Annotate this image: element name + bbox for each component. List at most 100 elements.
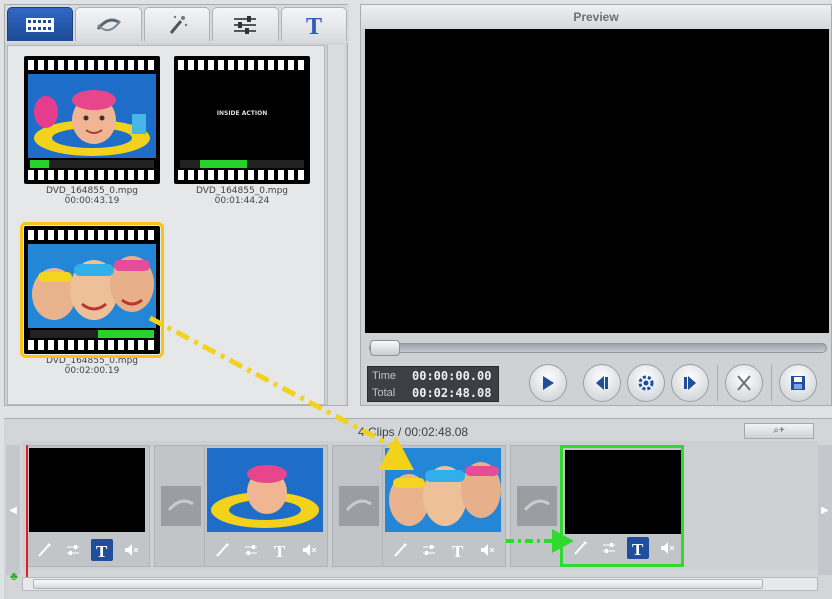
- divider: [717, 365, 718, 401]
- clip-thumbnail[interactable]: INSIDE ACTION: [174, 56, 310, 184]
- mute-speaker-icon: [480, 544, 494, 556]
- timeline-clip-1[interactable]: T: [26, 445, 150, 567]
- text-tool[interactable]: T: [90, 539, 113, 561]
- current-time: 00:00:00.00: [412, 368, 492, 383]
- timeline-scrollbar[interactable]: [22, 577, 818, 591]
- sliders-icon: [234, 15, 257, 34]
- tab-media[interactable]: [7, 7, 74, 41]
- settings-button[interactable]: [627, 364, 665, 402]
- divider: [771, 365, 772, 401]
- save-disk-icon: [791, 376, 805, 390]
- magic-wand-icon: [393, 543, 406, 557]
- effects-tool[interactable]: [33, 539, 55, 561]
- library-clip-3[interactable]: DVD_164855_0.mpg 00:02:00.19: [20, 222, 164, 376]
- seek-handle[interactable]: [370, 340, 400, 356]
- transition-slot-2[interactable]: [332, 445, 386, 567]
- clip-filename: DVD_164855_0.mpg: [46, 356, 138, 366]
- mute-tool[interactable]: [476, 539, 498, 561]
- sliders-icon: [244, 545, 257, 555]
- clip-progress-fill: [200, 160, 248, 168]
- play-button[interactable]: [529, 364, 567, 402]
- timeline-clip-thumbnail: [207, 448, 323, 532]
- media-library-panel: T DVD_164855_0.mpg 00:00:43.19 INSIDE AC…: [4, 4, 349, 406]
- svg-text:T: T: [274, 542, 286, 558]
- library-clip-1[interactable]: DVD_164855_0.mpg 00:00:43.19: [24, 56, 160, 206]
- preview-panel: Preview Time 00:00:00.00 Total 00:02:48.08: [360, 4, 832, 406]
- tab-adjust[interactable]: [212, 7, 279, 41]
- adjust-tool[interactable]: [418, 539, 440, 561]
- tab-transitions[interactable]: [75, 7, 142, 41]
- svg-text:T: T: [452, 542, 464, 558]
- text-t-icon: T: [452, 542, 464, 558]
- clip-thumbnail[interactable]: [24, 56, 160, 184]
- mute-tool[interactable]: [298, 539, 320, 561]
- transition-slot-3[interactable]: [510, 445, 564, 567]
- media-scrollbar[interactable]: [327, 45, 345, 405]
- kids-goggles-thumbnail: [385, 448, 501, 532]
- timeline-scroll-right[interactable]: ▶: [818, 445, 832, 575]
- effects-tool[interactable]: [389, 539, 411, 561]
- scissors-icon: [737, 375, 751, 391]
- text-tool[interactable]: T: [626, 537, 649, 559]
- magic-wand-icon: [37, 543, 50, 557]
- kids-goggles-thumbnail: [28, 244, 156, 328]
- media-grid: DVD_164855_0.mpg 00:00:43.19 INSIDE ACTI…: [7, 45, 325, 405]
- timeline-clip-3[interactable]: T: [382, 445, 506, 567]
- magic-wand-icon: [215, 543, 228, 557]
- preview-screen: [365, 29, 829, 333]
- clip-filename: DVD_164855_0.mpg: [196, 186, 288, 196]
- time-label: Time: [372, 369, 397, 382]
- text-tool[interactable]: T: [269, 539, 291, 561]
- step-back-icon: [596, 376, 608, 390]
- zoom-in-button[interactable]: ⌕+: [744, 423, 814, 439]
- timeline-clip-thumbnail: [29, 448, 145, 532]
- adjust-tool[interactable]: [62, 539, 84, 561]
- sliders-icon: [422, 545, 435, 555]
- previous-frame-button[interactable]: [583, 364, 621, 402]
- adjust-tool[interactable]: [240, 539, 262, 561]
- play-icon: [543, 376, 554, 390]
- timeline-clip-4-selected[interactable]: T: [560, 445, 684, 567]
- cut-button[interactable]: [725, 364, 763, 402]
- gear-icon: [638, 375, 654, 391]
- tab-effects[interactable]: [143, 7, 211, 41]
- text-t-icon: T: [632, 540, 644, 556]
- mute-speaker-icon: [302, 544, 316, 556]
- tab-text[interactable]: T: [280, 7, 348, 41]
- timeline-clip-thumbnail: [385, 448, 501, 532]
- preview-title: Preview: [361, 5, 831, 29]
- magic-wand-icon: [573, 541, 586, 555]
- transition-slot-1[interactable]: [154, 445, 208, 567]
- save-snapshot-button[interactable]: [779, 364, 817, 402]
- seek-bar[interactable]: [369, 340, 827, 356]
- sliders-icon: [66, 545, 79, 555]
- clip-duration: 00:00:43.19: [64, 196, 120, 206]
- timeline-scroll-left[interactable]: ◀: [6, 445, 20, 575]
- black-clip-caption: INSIDE ACTION: [216, 110, 268, 117]
- adjust-tool[interactable]: [598, 537, 620, 559]
- mute-speaker-icon: [660, 542, 674, 554]
- effects-tool[interactable]: [569, 537, 591, 559]
- clip-filename: DVD_164855_0.mpg: [46, 186, 138, 196]
- timeline-clip-thumbnail: [565, 450, 681, 534]
- timeline-playhead[interactable]: [26, 445, 28, 585]
- mute-tool[interactable]: [120, 539, 142, 561]
- clip-thumbnail-selected[interactable]: [20, 222, 164, 358]
- total-time: 00:02:48.08: [412, 385, 492, 400]
- timeline-clip-2[interactable]: T: [204, 445, 328, 567]
- svg-text:T: T: [632, 540, 644, 556]
- effects-tool[interactable]: [211, 539, 233, 561]
- sliders-icon: [602, 543, 615, 553]
- clip-progress-fill: [98, 330, 154, 338]
- transition-swirl-icon: [96, 18, 121, 31]
- svg-text:T: T: [96, 542, 108, 558]
- next-frame-button[interactable]: [671, 364, 709, 402]
- mute-tool[interactable]: [656, 537, 678, 559]
- transition-swirl-icon: [523, 499, 550, 512]
- text-t-icon: T: [96, 542, 108, 558]
- timeline-scroll-thumb[interactable]: [33, 579, 763, 589]
- text-tool[interactable]: T: [447, 539, 469, 561]
- magic-wand-icon: [169, 15, 188, 34]
- time-display: Time 00:00:00.00 Total 00:02:48.08: [367, 366, 499, 402]
- library-clip-2[interactable]: INSIDE ACTION DVD_164855_0.mpg 00:01:44.…: [174, 56, 310, 206]
